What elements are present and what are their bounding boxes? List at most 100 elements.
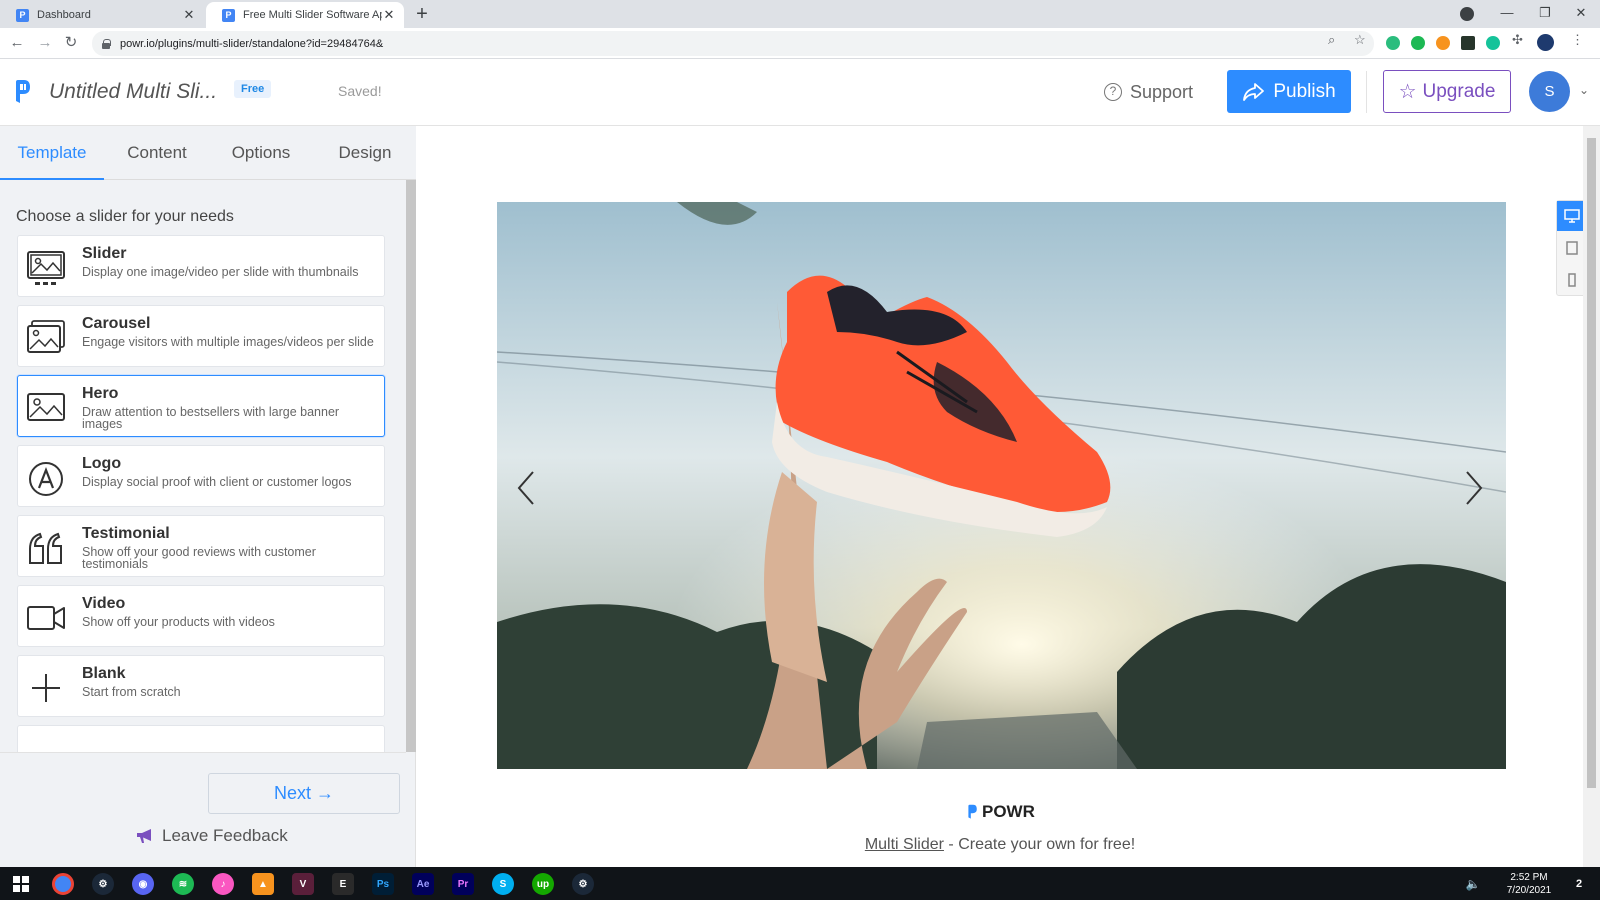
user-avatar[interactable]: S: [1529, 71, 1570, 112]
template-name: Hero: [82, 385, 119, 402]
address-bar[interactable]: powr.io/plugins/multi-slider/standalone?…: [92, 31, 1374, 56]
template-card-logo[interactable]: Logo Display social proof with client or…: [17, 445, 385, 507]
extension-icon[interactable]: [1386, 36, 1400, 50]
template-card-carousel[interactable]: Carousel Engage visitors with multiple i…: [17, 305, 385, 367]
tab-design[interactable]: Design: [318, 126, 412, 180]
extension-icon[interactable]: [1411, 36, 1425, 50]
app-icon[interactable]: V: [292, 873, 314, 895]
back-arrow-icon[interactable]: ←: [6, 32, 28, 54]
chevron-left-icon[interactable]: [511, 468, 541, 508]
next-button[interactable]: Next →: [208, 773, 400, 814]
publish-button[interactable]: Publish: [1227, 70, 1351, 113]
support-button[interactable]: ? Support: [1104, 77, 1193, 107]
sidebar-tabs: Template Content Options Design: [0, 126, 416, 180]
browser-tab-strip: P Dashboard ✕ P Free Multi Slider Softwa…: [0, 0, 1600, 28]
notification-center-icon[interactable]: 2: [1568, 873, 1590, 895]
plan-badge: Free: [234, 80, 272, 98]
app-icon[interactable]: ▲: [252, 873, 274, 895]
tab-title: Free Multi Slider Software Applic: [243, 9, 382, 21]
app-header: Untitled Multi Sli... Free Saved! ? Supp…: [0, 59, 1600, 126]
question-circle-icon: ?: [1104, 83, 1122, 101]
zoom-icon[interactable]: ⌕: [1328, 32, 1335, 48]
extension-icon[interactable]: [1436, 36, 1450, 50]
steam-icon[interactable]: ⚙: [572, 873, 594, 895]
grammarly-icon[interactable]: [1486, 36, 1500, 50]
maximize-button[interactable]: ❐: [1526, 0, 1564, 28]
extensions-puzzle-icon[interactable]: ✣: [1512, 32, 1523, 48]
browser-profile-icon[interactable]: [1460, 7, 1474, 21]
chevron-down-icon[interactable]: ⌄: [1579, 83, 1589, 97]
multi-slider-link[interactable]: Multi Slider: [865, 836, 944, 853]
discord-icon[interactable]: ◉: [132, 873, 154, 895]
chevron-right-icon[interactable]: [1459, 468, 1489, 508]
premiere-icon[interactable]: Pr: [452, 873, 474, 895]
after-effects-icon[interactable]: Ae: [412, 873, 434, 895]
steam-icon[interactable]: ⚙: [92, 873, 114, 895]
clock-time: 2:52 PM: [1510, 872, 1548, 883]
tab-template[interactable]: Template: [0, 126, 104, 180]
url-text: powr.io/plugins/multi-slider/standalone?…: [120, 37, 384, 50]
spotify-icon[interactable]: ≋: [172, 873, 194, 895]
template-list: Choose a slider for your needs Slider Di…: [0, 180, 406, 752]
close-window-button[interactable]: ✕: [1562, 0, 1600, 28]
menu-kebab-icon[interactable]: ⋮: [1571, 32, 1584, 48]
template-name: Blank: [82, 665, 126, 682]
template-card-testimonial[interactable]: Testimonial Show off your good reviews w…: [17, 515, 385, 577]
template-description: Display social proof with client or cust…: [82, 475, 352, 489]
browser-tab-dashboard[interactable]: P Dashboard ✕: [0, 2, 204, 28]
document-title[interactable]: Untitled Multi Sli...: [49, 80, 217, 104]
epic-games-icon[interactable]: E: [332, 873, 354, 895]
photoshop-icon[interactable]: Ps: [372, 873, 394, 895]
reload-icon[interactable]: ↻: [60, 32, 82, 54]
clock-date: 7/20/2021: [1506, 885, 1552, 896]
sidebar-scrollbar[interactable]: [406, 180, 416, 752]
template-card-partial[interactable]: [17, 725, 385, 752]
browser-toolbar: ← → ↻ powr.io/plugins/multi-slider/stand…: [0, 28, 1600, 59]
windows-start-icon[interactable]: [10, 873, 32, 895]
skype-icon[interactable]: S: [492, 873, 514, 895]
extension-icon[interactable]: [1461, 36, 1475, 50]
upgrade-button[interactable]: ☆ Upgrade: [1383, 70, 1511, 113]
bookmark-star-icon[interactable]: ☆: [1354, 32, 1366, 48]
powr-brand[interactable]: POWR: [966, 802, 1035, 822]
minimize-button[interactable]: —: [1488, 0, 1526, 28]
system-clock[interactable]: 2:52 PM 7/20/2021: [1494, 871, 1564, 897]
tab-options[interactable]: Options: [214, 126, 308, 180]
browser-tab-multi-slider[interactable]: P Free Multi Slider Software Applic ✕: [206, 2, 404, 28]
template-name: Slider: [82, 245, 127, 262]
device-preview-toggle: [1556, 200, 1587, 296]
tab-content[interactable]: Content: [110, 126, 204, 180]
template-card-video[interactable]: Video Show off your products with videos: [17, 585, 385, 647]
close-icon[interactable]: ✕: [382, 7, 396, 23]
profile-avatar-icon[interactable]: [1537, 34, 1554, 51]
upwork-icon[interactable]: up: [532, 873, 554, 895]
preview-area: POWR Multi Slider - Create your own for …: [417, 126, 1583, 867]
template-description: Start from scratch: [82, 685, 181, 699]
volume-icon[interactable]: 🔈: [1462, 873, 1484, 895]
hero-slide-image: [497, 202, 1506, 769]
forward-arrow-icon[interactable]: →: [34, 32, 56, 54]
scrollbar-thumb[interactable]: [1587, 138, 1596, 788]
windows-taskbar: ⚙ ◉ ≋ ♪ ▲ V E Ps Ae Pr S up ⚙ 🔈 2:52 PM …: [0, 867, 1600, 900]
save-status: Saved!: [338, 83, 382, 99]
template-card-hero[interactable]: Hero Draw attention to bestsellers with …: [17, 375, 385, 437]
template-card-blank[interactable]: Blank Start from scratch: [17, 655, 385, 717]
hero-icon: [27, 393, 65, 421]
support-label: Support: [1130, 81, 1194, 102]
sidebar-footer: Next → Leave Feedback: [0, 752, 406, 867]
template-card-slider[interactable]: Slider Display one image/video per slide…: [17, 235, 385, 297]
video-camera-icon: [27, 606, 65, 630]
desktop-icon: [1564, 209, 1580, 223]
new-tab-button[interactable]: +: [410, 3, 434, 27]
template-name: Logo: [82, 455, 122, 472]
preview-scrollbar[interactable]: [1583, 126, 1600, 867]
leave-feedback-link[interactable]: Leave Feedback: [136, 826, 288, 846]
powr-logo-icon[interactable]: [12, 79, 32, 105]
template-name: Testimonial: [82, 525, 170, 542]
share-arrow-icon: [1243, 82, 1265, 101]
template-name: Carousel: [82, 315, 151, 332]
carousel-icon: [27, 320, 65, 353]
close-icon[interactable]: ✕: [182, 7, 196, 23]
chrome-icon[interactable]: [52, 873, 74, 895]
itunes-icon[interactable]: ♪: [212, 873, 234, 895]
